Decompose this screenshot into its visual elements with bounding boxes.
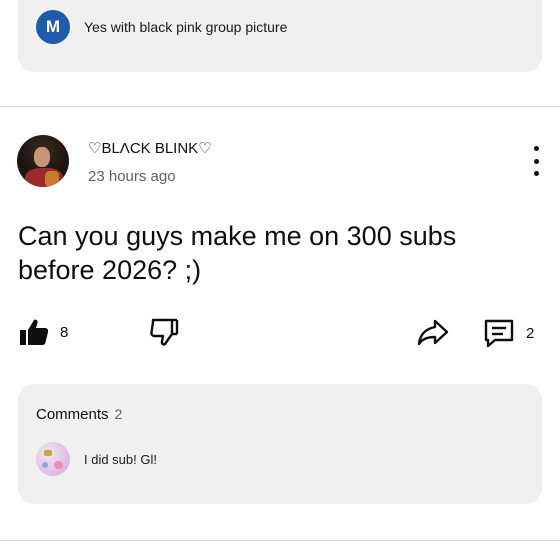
avatar-letter: M [45, 17, 61, 36]
comment-text: I did sub! Gl! [84, 451, 157, 467]
channel-name[interactable]: ♡BLΛCK BLINK♡ [88, 139, 212, 157]
previous-comment-text: Yes with black pink group picture [84, 19, 288, 35]
dislike-button[interactable] [148, 316, 180, 348]
share-icon [417, 319, 449, 346]
thumbs-up-icon [20, 319, 49, 345]
divider [0, 540, 560, 541]
comment-item[interactable]: I did sub! Gl! [36, 442, 157, 476]
comments-title: Comments [36, 406, 109, 423]
like-button[interactable]: 8 [18, 316, 68, 348]
comments-button[interactable]: 2 [482, 316, 534, 350]
like-count: 8 [60, 323, 69, 341]
avatar: M [36, 10, 70, 44]
share-button[interactable] [416, 316, 450, 348]
comments-count: 2 [114, 406, 123, 422]
thumbs-down-icon [150, 318, 179, 346]
previous-comment-row[interactable]: M Yes with black pink group picture [36, 10, 287, 44]
post-text-line: Can you guys make me on 300 subs [18, 221, 457, 251]
previous-comments-card[interactable]: M Yes with black pink group picture [18, 0, 542, 72]
community-post-page: M Yes with black pink group picture ♡BLΛ… [0, 0, 560, 560]
more-options-icon[interactable] [528, 146, 544, 176]
comments-preview-card[interactable]: Comments 2 I did sub! Gl! [18, 384, 542, 504]
post-text: Can you guys make me on 300 subs before … [18, 219, 538, 287]
comments-header: Comments 2 [36, 406, 122, 423]
comment-icon [484, 319, 514, 348]
post-text-line: before 2026? ;) [18, 255, 202, 285]
post-timestamp: 23 hours ago [88, 168, 176, 185]
channel-avatar[interactable] [17, 135, 69, 187]
comment-count: 2 [526, 324, 535, 342]
commenter-avatar [36, 442, 70, 476]
divider [0, 106, 560, 107]
